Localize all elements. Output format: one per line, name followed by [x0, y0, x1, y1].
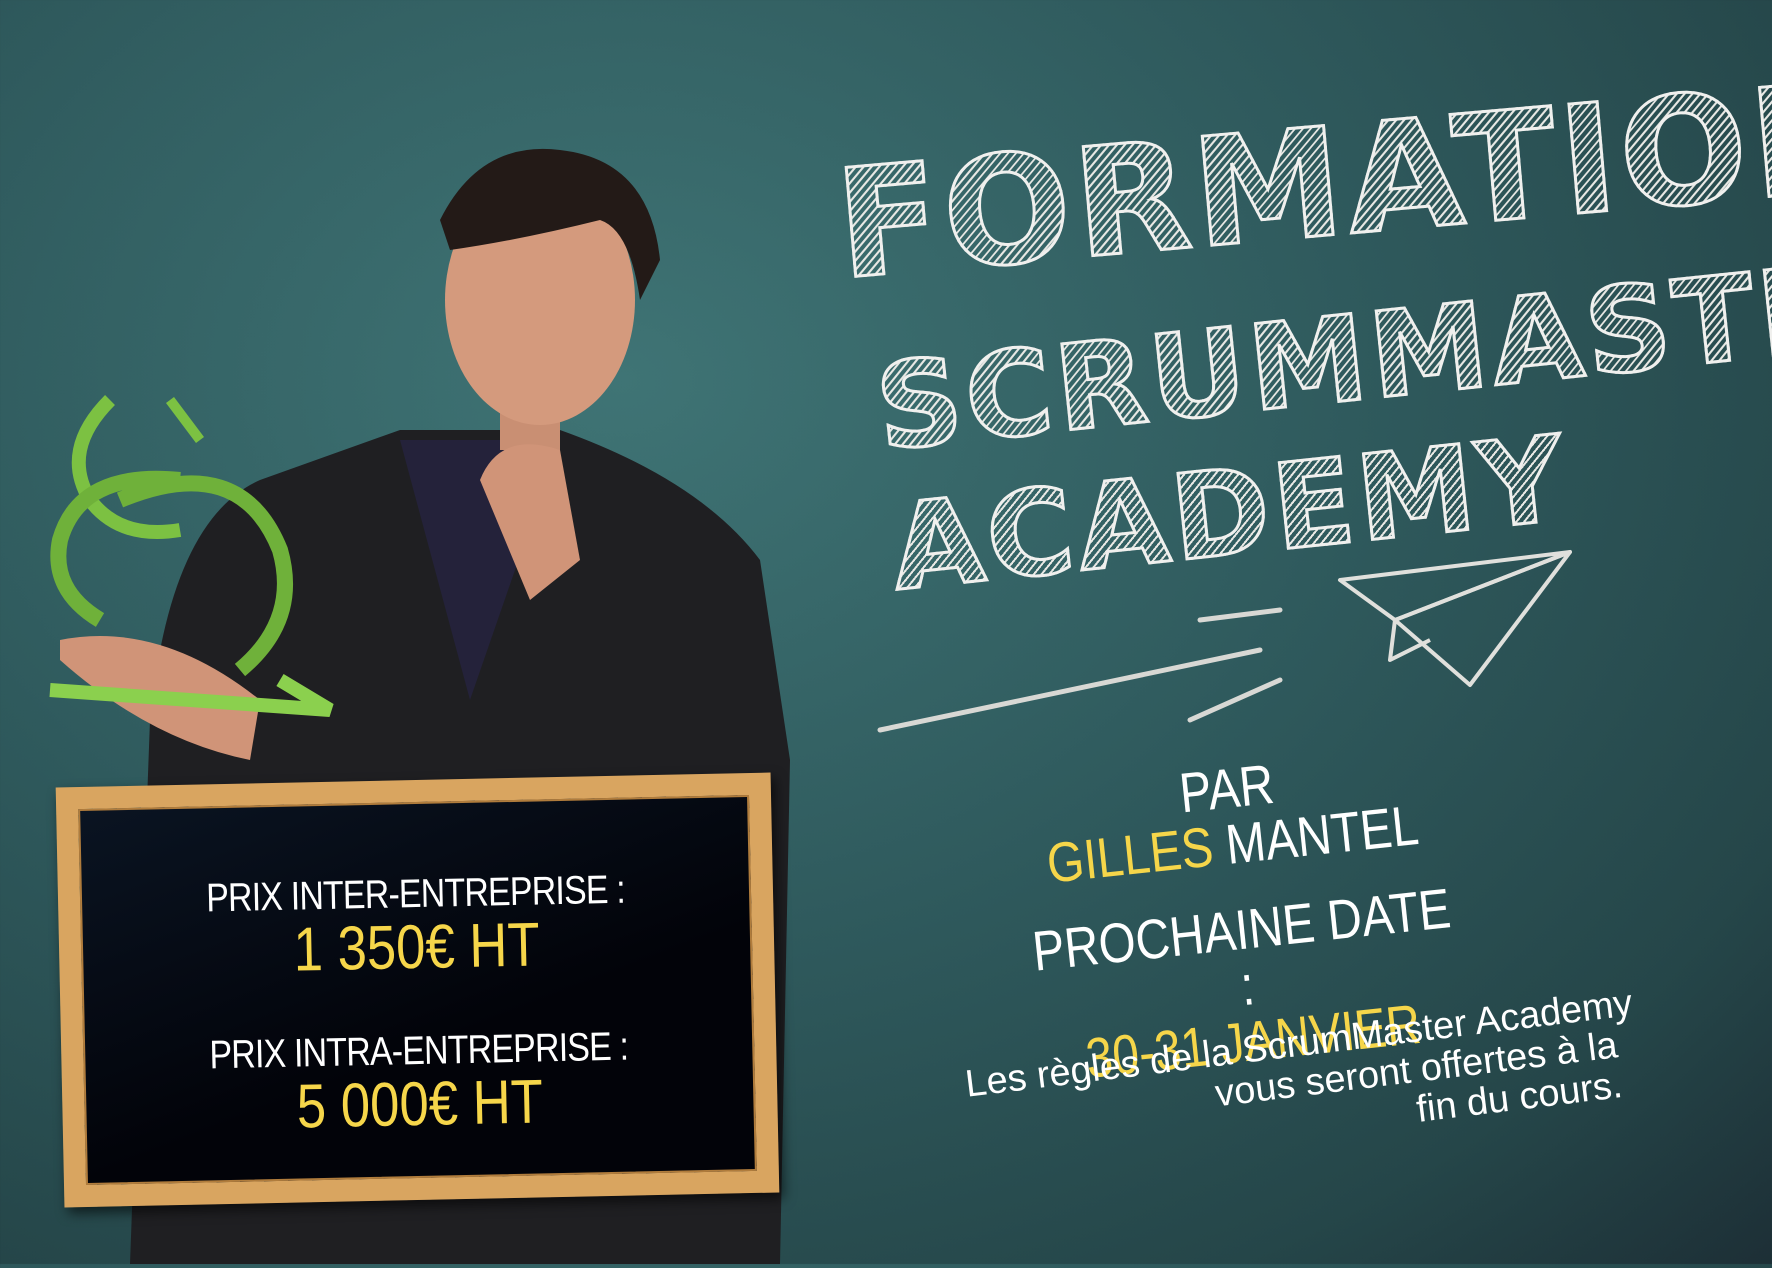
inter-price-value: 1 350€ HT — [292, 910, 541, 985]
price-chalkboard: PRIX INTER-ENTREPRISE : 1 350€ HT PRIX I… — [55, 772, 780, 1208]
scrum-logo-icon — [49, 395, 334, 717]
intra-price-value: 5 000€ HT — [296, 1067, 544, 1142]
speed-lines-icon — [877, 550, 1572, 733]
paper-plane-icon — [1338, 550, 1572, 687]
